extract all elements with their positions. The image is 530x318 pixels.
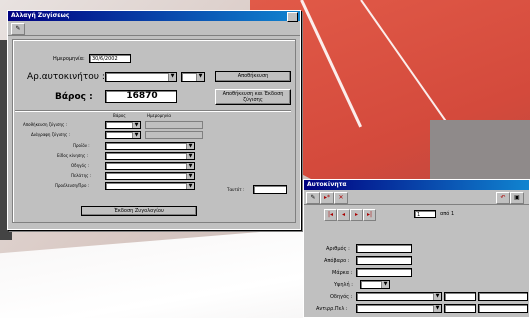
vehicles-window-title: Αυτοκίνητα <box>307 181 347 188</box>
product-label: Προϊόν : <box>73 143 90 148</box>
chevron-down-icon[interactable]: ▼ <box>196 73 204 81</box>
trailer-extra2[interactable] <box>478 304 528 313</box>
brand-field[interactable] <box>356 268 412 277</box>
number-label: Αριθμός : <box>326 246 350 252</box>
date-field[interactable]: 30/6/2002 <box>89 54 131 63</box>
col-weight-header: Βάρος <box>113 113 126 118</box>
chevron-down-icon[interactable]: ▼ <box>132 132 140 138</box>
vehicle-driver-extra2[interactable] <box>478 292 528 301</box>
new-record-icon[interactable]: ▸* <box>320 192 334 204</box>
save-button[interactable]: Αποθήκευση <box>215 71 291 82</box>
divider <box>15 110 291 112</box>
source-combo[interactable]: ▼ <box>105 182 195 190</box>
weighing-window-titlebar[interactable]: Αλλαγή Ζυγίσεως <box>8 11 300 22</box>
weight-label: Βάρος : <box>55 92 93 102</box>
type-label: Υψηλή : <box>334 282 353 288</box>
trailer-combo[interactable]: ▼ <box>356 304 442 313</box>
save-weighing-date <box>145 121 203 129</box>
next-record-button[interactable]: ▸ <box>350 209 363 221</box>
vehicle-driver-label: Οδηγός : <box>330 294 353 300</box>
last-record-button[interactable]: ▸| <box>363 209 376 221</box>
delete-weighing-combo[interactable]: ▼ <box>105 131 141 139</box>
vehicle-driver-combo[interactable]: ▼ <box>356 292 442 301</box>
trailer-extra[interactable] <box>444 304 476 313</box>
subtype-label: Είδος κίνησης : <box>57 153 88 158</box>
chevron-down-icon[interactable]: ▼ <box>433 293 441 300</box>
chevron-down-icon[interactable]: ▼ <box>132 122 140 128</box>
background-shadow <box>430 120 530 180</box>
save-weighing-label: Αποθήκευση ζύγισης : <box>23 122 67 127</box>
vehicles-window-titlebar[interactable]: Αυτοκίνητα <box>304 180 529 190</box>
delete-record-icon[interactable]: ✕ <box>334 192 348 204</box>
customer-combo[interactable]: ▼ <box>105 172 195 180</box>
chevron-down-icon[interactable]: ▼ <box>186 143 194 149</box>
save-icon[interactable]: ▣ <box>510 192 524 204</box>
trailer-label: Αντιρρ.Πελ : <box>316 306 348 312</box>
delete-weighing-label: Διάγραφη ζύγισης : <box>31 132 70 137</box>
tare-label: Απόβαρο : <box>324 258 350 264</box>
ticket-field[interactable] <box>253 185 287 194</box>
col-date-header: Ημερομηνία <box>147 113 172 118</box>
chevron-down-icon[interactable]: ▼ <box>381 281 389 288</box>
design-icon[interactable]: ✎ <box>306 192 320 204</box>
date-label: Ημερομηνία: <box>53 56 85 62</box>
issue-weighing-button[interactable]: Έκδοση Ζυγολογίου <box>81 206 197 216</box>
product-combo[interactable]: ▼ <box>105 142 195 150</box>
delete-weighing-date <box>145 131 203 139</box>
design-icon[interactable]: ✎ <box>11 23 25 35</box>
toolbar: ✎ <box>8 21 300 36</box>
vehicle-driver-extra[interactable] <box>444 292 476 301</box>
chevron-down-icon[interactable]: ▼ <box>186 153 194 159</box>
vehicles-window: Αυτοκίνητα ✎ ▸* ✕ ↶ ▣ |◂ ◂ ▸ ▸| 1 από 1 … <box>303 179 530 318</box>
customer-label: Πελάτης : <box>71 173 92 178</box>
vehicle-suffix-combo[interactable]: ▼ <box>181 72 205 82</box>
tare-field[interactable] <box>356 256 412 265</box>
source-label: Προέλευση/Προ : <box>55 183 90 188</box>
save-print-button[interactable]: Αποθήκευση και Έκδοση ζύγισης <box>215 89 291 105</box>
vehicle-combo[interactable]: ▼ <box>105 72 177 82</box>
form-panel: Ημερομηνία: 30/6/2002 Αρ.αυτοκινήτου : ▼… <box>12 39 296 223</box>
type-combo[interactable]: ▼ <box>360 280 390 289</box>
chevron-down-icon[interactable]: ▼ <box>186 183 194 189</box>
weighing-window: Αλλαγή Ζυγίσεως ✎ Ημερομηνία: 30/6/2002 … <box>7 10 301 230</box>
chevron-down-icon[interactable]: ▼ <box>186 173 194 179</box>
previous-record-button[interactable]: ◂ <box>337 209 350 221</box>
weight-field[interactable]: 16870 <box>105 90 177 103</box>
ticket-label: Ταυτότ : <box>227 187 245 192</box>
chevron-down-icon[interactable]: ▼ <box>186 163 194 169</box>
driver-combo[interactable]: ▼ <box>105 162 195 170</box>
vehicles-toolbar: ✎ ▸* ✕ ↶ ▣ <box>304 190 529 205</box>
number-field[interactable] <box>356 244 412 253</box>
first-record-button[interactable]: |◂ <box>324 209 337 221</box>
record-number-field[interactable]: 1 <box>414 210 436 218</box>
vehicle-label: Αρ.αυτοκινήτου : <box>27 72 105 82</box>
subtype-combo[interactable]: ▼ <box>105 152 195 160</box>
weighing-window-title: Αλλαγή Ζυγίσεως <box>11 12 70 19</box>
chevron-down-icon[interactable]: ▼ <box>433 305 441 312</box>
save-weighing-combo[interactable]: ▼ <box>105 121 141 129</box>
driver-label: Οδηγός : <box>71 163 89 168</box>
undo-icon[interactable]: ↶ <box>496 192 510 204</box>
brand-label: Μάρκα : <box>332 270 353 276</box>
chevron-down-icon[interactable]: ▼ <box>168 73 176 81</box>
record-count: από 1 <box>440 211 455 217</box>
